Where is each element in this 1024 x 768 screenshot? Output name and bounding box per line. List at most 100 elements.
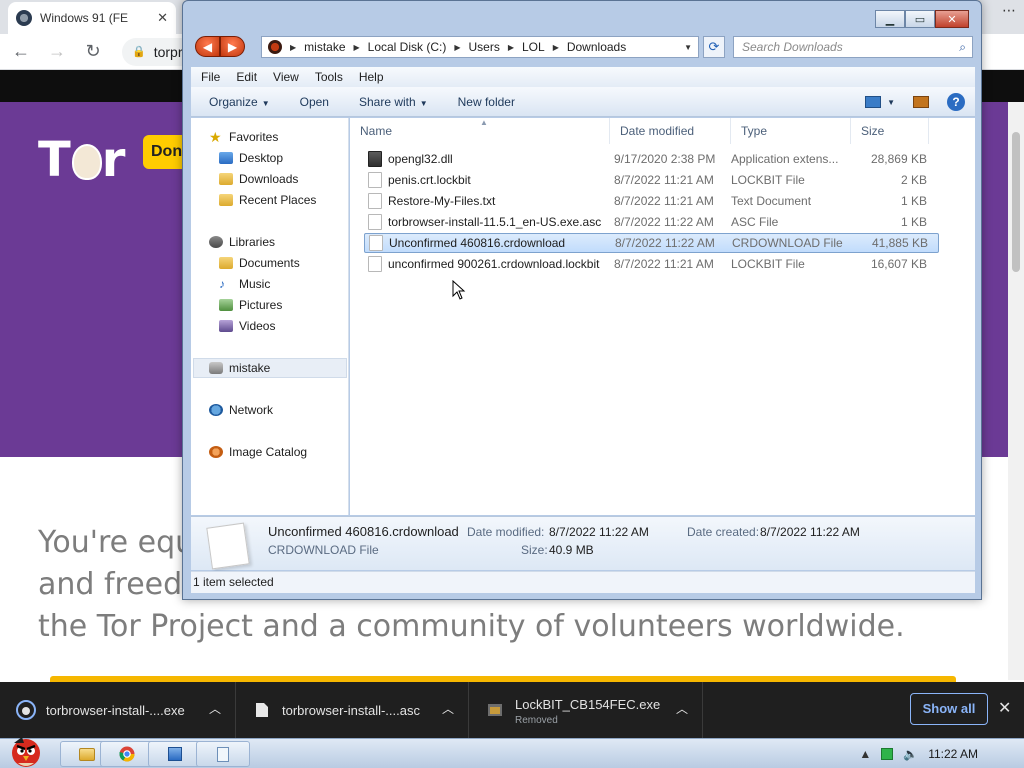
nav-network[interactable]: Network bbox=[209, 400, 273, 420]
open-button[interactable]: Open bbox=[300, 95, 329, 109]
taskbar-program-button[interactable] bbox=[148, 741, 202, 767]
share-with-button[interactable]: Share with ▼ bbox=[359, 95, 428, 109]
breadcrumb-mistake[interactable]: mistake bbox=[304, 40, 345, 54]
dll-icon bbox=[368, 151, 382, 167]
network-status-icon[interactable] bbox=[881, 748, 894, 760]
chevron-up-icon[interactable]: ︿ bbox=[442, 700, 454, 717]
back-button[interactable]: ◀ bbox=[195, 36, 220, 57]
search-icon[interactable]: ⌕ bbox=[959, 37, 966, 57]
browser-window-controls[interactable]: ⋯ bbox=[1002, 2, 1016, 19]
show-hidden-icons-icon[interactable]: ▲ bbox=[859, 747, 871, 761]
column-label: Type bbox=[741, 124, 768, 138]
view-dropdown-icon[interactable]: ▼ bbox=[887, 98, 895, 107]
file-row[interactable]: torbrowser-install-11.5.1_en-US.exe.asc … bbox=[364, 212, 939, 232]
download-item[interactable]: torbrowser-install-....asc ︿ bbox=[236, 682, 469, 738]
menu-help[interactable]: Help bbox=[359, 70, 384, 84]
maximize-button[interactable]: ▭ bbox=[905, 10, 935, 28]
column-label: Size bbox=[861, 124, 885, 138]
document-icon bbox=[252, 700, 272, 720]
scrollbar-thumb[interactable] bbox=[1012, 132, 1020, 272]
nav-mistake[interactable]: mistake bbox=[209, 358, 270, 378]
videos-icon bbox=[219, 320, 233, 332]
breadcrumb-local-disk[interactable]: Local Disk (C:) bbox=[368, 40, 447, 54]
breadcrumb-separator-icon[interactable]: ▶ bbox=[553, 43, 559, 52]
back-arrow-icon[interactable]: ← bbox=[10, 41, 32, 62]
menu-file[interactable]: File bbox=[201, 70, 220, 84]
file-row[interactable]: opengl32.dll 9/17/2020 2:38 PM Applicati… bbox=[364, 149, 939, 169]
help-icon[interactable]: ? bbox=[947, 93, 965, 111]
menu-view[interactable]: View bbox=[273, 70, 299, 84]
breadcrumb-users[interactable]: Users bbox=[469, 40, 500, 54]
music-icon: ♪ bbox=[219, 277, 225, 291]
nav-downloads[interactable]: Downloads bbox=[219, 169, 298, 189]
nav-music[interactable]: ♪ Music bbox=[219, 274, 270, 294]
file-row-selected[interactable]: Unconfirmed 460816.crdownload 8/7/2022 1… bbox=[364, 233, 939, 253]
chevron-up-icon[interactable]: ︿ bbox=[676, 700, 688, 717]
search-input[interactable]: Search Downloads ⌕ bbox=[733, 36, 973, 58]
breadcrumb-downloads[interactable]: Downloads bbox=[567, 40, 626, 54]
details-date-created-label: Date created: bbox=[687, 525, 760, 539]
start-button[interactable] bbox=[4, 733, 48, 768]
download-item[interactable]: LockBIT_CB154FEC.exe Removed ︿ bbox=[469, 682, 703, 738]
preview-pane-icon[interactable] bbox=[913, 96, 929, 108]
explorer-address-bar[interactable]: ▶ mistake ▶ Local Disk (C:) ▶ Users ▶ LO… bbox=[261, 36, 699, 58]
volume-icon[interactable]: 🔈 bbox=[903, 747, 918, 761]
breadcrumb-separator-icon[interactable]: ▶ bbox=[508, 43, 514, 52]
nav-pictures[interactable]: Pictures bbox=[219, 295, 282, 315]
column-type[interactable]: Type bbox=[731, 118, 851, 144]
new-folder-button[interactable]: New folder bbox=[458, 95, 515, 109]
pictures-icon bbox=[219, 299, 233, 311]
nav-favorites[interactable]: ★ Favorites bbox=[209, 127, 278, 147]
tor-logo[interactable]: Tr bbox=[38, 132, 126, 188]
tab-close-icon[interactable]: ✕ bbox=[157, 10, 168, 26]
nav-videos[interactable]: Videos bbox=[219, 316, 275, 336]
breadcrumb-lol[interactable]: LOL bbox=[522, 40, 545, 54]
page-scrollbar[interactable] bbox=[1008, 102, 1024, 680]
column-size[interactable]: Size bbox=[851, 118, 929, 144]
nav-recent-places[interactable]: Recent Places bbox=[219, 190, 316, 210]
menu-tools[interactable]: Tools bbox=[315, 70, 343, 84]
file-row[interactable]: Restore-My-Files.txt 8/7/2022 11:21 AM T… bbox=[364, 191, 939, 211]
close-window-button[interactable]: ✕ bbox=[935, 10, 969, 28]
minimize-button[interactable]: ▁ bbox=[875, 10, 905, 28]
reload-icon[interactable]: ↻ bbox=[82, 41, 104, 62]
breadcrumb-separator-icon[interactable]: ▶ bbox=[354, 43, 360, 52]
refresh-button[interactable]: ⟳ bbox=[703, 36, 725, 58]
column-name[interactable]: ▲ Name bbox=[350, 118, 610, 144]
forward-arrow-icon[interactable]: → bbox=[46, 41, 68, 62]
history-dropdown-icon[interactable]: ▼ bbox=[684, 43, 692, 52]
breadcrumb-separator-icon[interactable]: ▶ bbox=[454, 43, 460, 52]
view-controls: ▼ ? bbox=[865, 93, 965, 111]
menu-edit[interactable]: Edit bbox=[236, 70, 257, 84]
column-headers: ▲ Name Date modified Type Size bbox=[350, 118, 975, 144]
file-type: ASC File bbox=[731, 215, 779, 229]
network-icon bbox=[209, 404, 223, 416]
navigation-row: ◀ ▶ ▶ mistake ▶ Local Disk (C:) ▶ Users … bbox=[191, 35, 975, 59]
details-pane: Unconfirmed 460816.crdownload CRDOWNLOAD… bbox=[191, 516, 975, 570]
nav-libraries[interactable]: Libraries bbox=[209, 232, 275, 252]
clock[interactable]: 11:22 AM bbox=[928, 747, 978, 761]
nav-documents[interactable]: Documents bbox=[219, 253, 300, 273]
program-icon bbox=[168, 747, 182, 761]
chevron-up-icon[interactable]: ︿ bbox=[209, 700, 221, 717]
column-date-modified[interactable]: Date modified bbox=[610, 118, 731, 144]
forward-button[interactable]: ▶ bbox=[220, 36, 245, 57]
breadcrumb-separator-icon[interactable]: ▶ bbox=[290, 43, 296, 52]
show-all-button[interactable]: Show all bbox=[910, 693, 988, 725]
nav-label: Music bbox=[239, 277, 271, 291]
organize-button[interactable]: Organize ▼ bbox=[209, 95, 270, 109]
nav-image-catalog[interactable]: Image Catalog bbox=[209, 442, 307, 462]
nav-desktop[interactable]: Desktop bbox=[219, 148, 283, 168]
browser-tab[interactable]: Windows 91 (FE ✕ bbox=[8, 2, 176, 34]
user-folder-icon bbox=[209, 362, 223, 374]
file-size: 41,885 KB bbox=[871, 236, 928, 250]
taskbar-notepad-button[interactable] bbox=[196, 741, 250, 767]
close-icon[interactable]: ✕ bbox=[998, 698, 1011, 718]
download-item[interactable]: torbrowser-install-....exe ︿ bbox=[0, 682, 236, 738]
details-date-modified: 8/7/2022 11:22 AM bbox=[549, 525, 649, 539]
taskbar-chrome-button[interactable] bbox=[100, 741, 154, 767]
file-row[interactable]: penis.crt.lockbit 8/7/2022 11:21 AM LOCK… bbox=[364, 170, 939, 190]
change-view-icon[interactable] bbox=[865, 96, 882, 108]
file-row[interactable]: unconfirmed 900261.crdownload.lockbit 8/… bbox=[364, 254, 939, 274]
menu-bar: File Edit View Tools Help bbox=[191, 67, 975, 87]
